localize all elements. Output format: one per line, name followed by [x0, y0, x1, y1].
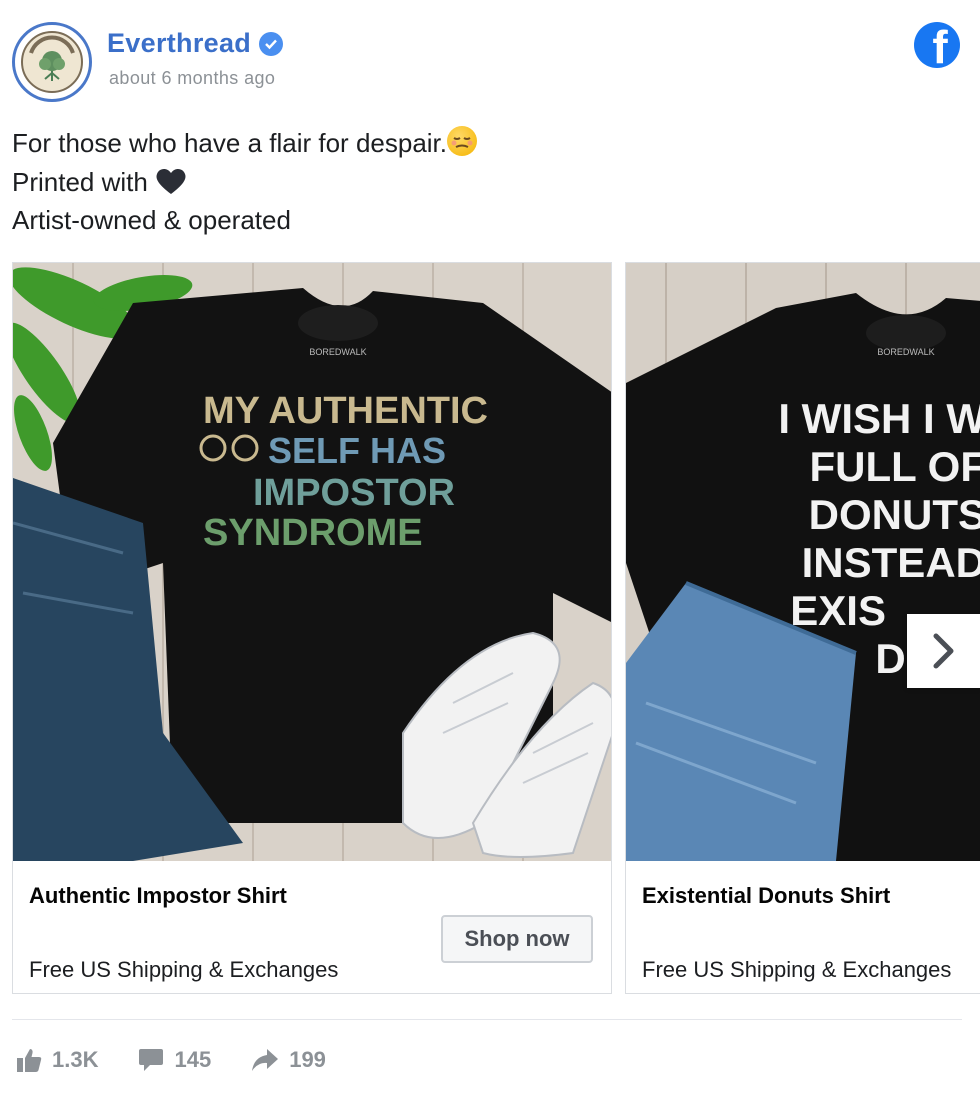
share-icon — [252, 1049, 279, 1071]
like-icon — [17, 1049, 42, 1072]
page-name[interactable]: Everthread — [107, 28, 251, 59]
post-line-2: Printed with — [12, 163, 477, 202]
product-carousel[interactable]: BOREDWALK MY AUTHENTIC SELF HAS IMPOSTOR… — [12, 262, 980, 996]
shirt-print-line: SYNDROME — [203, 512, 423, 554]
product-title[interactable]: Existential Donuts Shirt — [642, 883, 890, 909]
avatar-logo — [21, 31, 83, 93]
shirt-print-line: FULL OF — [809, 443, 980, 490]
post-timestamp[interactable]: about 6 months ago — [109, 68, 275, 89]
shirt-print-line: INSTEAD — [802, 539, 980, 586]
shirt-print-line: DONUTS — [809, 491, 980, 538]
like-count[interactable]: 1.3K — [16, 1047, 98, 1073]
product-card[interactable]: BOREDWALK MY AUTHENTIC SELF HAS IMPOSTOR… — [12, 262, 612, 994]
divider — [12, 1019, 962, 1020]
product-image[interactable]: BOREDWALK I WISH I W FULL OF DONUTS INST… — [626, 263, 980, 861]
relieved-face-emoji-icon — [447, 126, 478, 156]
shirt-print-line: IMPOSTOR — [253, 472, 455, 514]
product-image[interactable]: BOREDWALK MY AUTHENTIC SELF HAS IMPOSTOR… — [13, 263, 611, 861]
comment-count[interactable]: 145 — [138, 1047, 211, 1073]
post-line-1: For those who have a flair for despair. — [12, 124, 478, 163]
product-title[interactable]: Authentic Impostor Shirt — [29, 883, 287, 909]
shirt-print-line: MY AUTHENTIC — [203, 390, 488, 432]
facebook-logo-icon: f — [914, 22, 960, 68]
page-avatar[interactable] — [12, 22, 92, 102]
post-body: For those who have a flair for despair. … — [12, 124, 478, 240]
page-name-row[interactable]: Everthread — [107, 28, 284, 59]
chevron-right-icon — [933, 633, 953, 669]
product-subtitle: Free US Shipping & Exchanges — [642, 957, 952, 982]
shirt-print-line: EXIS — [790, 587, 886, 634]
post-line-3: Artist-owned & operated — [12, 205, 291, 235]
engagement-bar: 1.3K 145 199 — [16, 1042, 366, 1078]
black-heart-emoji-icon — [156, 168, 186, 194]
comment-icon — [139, 1049, 164, 1071]
share-count[interactable]: 199 — [251, 1047, 326, 1073]
svg-text:BOREDWALK: BOREDWALK — [309, 347, 366, 357]
shirt-print-line: I WISH I W — [778, 395, 980, 442]
shirt-print-line: SELF HAS — [268, 430, 446, 471]
verified-badge-icon — [259, 31, 284, 56]
shop-now-button[interactable]: Shop now — [441, 915, 593, 963]
product-subtitle: Free US Shipping & Exchanges — [29, 957, 339, 982]
svg-text:BOREDWALK: BOREDWALK — [877, 347, 934, 357]
carousel-next-button[interactable] — [907, 614, 980, 688]
post-header: Everthread about 6 months ago f — [12, 22, 968, 102]
